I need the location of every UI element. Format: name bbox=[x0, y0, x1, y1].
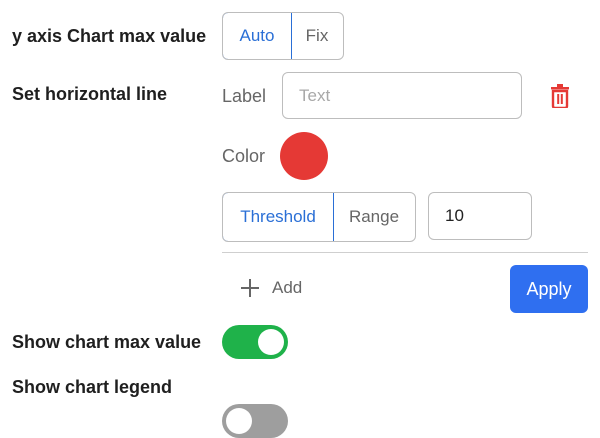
y-axis-auto-option[interactable]: Auto bbox=[223, 13, 292, 59]
threshold-value-input[interactable] bbox=[428, 192, 532, 240]
line-mode-toggle: Threshold Range bbox=[222, 192, 416, 242]
horizontal-line-label: Set horizontal line bbox=[12, 84, 168, 104]
y-axis-fix-option[interactable]: Fix bbox=[292, 13, 342, 59]
show-max-value-toggle[interactable] bbox=[222, 325, 288, 359]
y-axis-label: y axis Chart max value bbox=[12, 26, 207, 46]
range-option[interactable]: Range bbox=[334, 193, 414, 241]
y-axis-mode-toggle: Auto Fix bbox=[222, 12, 344, 60]
color-title: Color bbox=[222, 146, 266, 166]
trash-icon[interactable] bbox=[549, 84, 571, 110]
threshold-option[interactable]: Threshold bbox=[223, 193, 334, 241]
toggle-knob bbox=[258, 329, 284, 355]
label-field-title: Label bbox=[222, 86, 267, 106]
plus-icon bbox=[240, 278, 260, 298]
show-max-value-label: Show chart max value bbox=[12, 332, 202, 352]
toggle-knob bbox=[226, 408, 252, 434]
label-text-input[interactable] bbox=[282, 72, 522, 119]
add-label: Add bbox=[272, 278, 303, 297]
color-swatch[interactable] bbox=[280, 132, 328, 180]
apply-button[interactable]: Apply bbox=[510, 265, 588, 313]
show-legend-toggle[interactable] bbox=[222, 404, 288, 438]
show-legend-label: Show chart legend bbox=[12, 377, 173, 397]
section-divider bbox=[222, 252, 588, 253]
add-line-button[interactable]: Add bbox=[240, 278, 302, 298]
